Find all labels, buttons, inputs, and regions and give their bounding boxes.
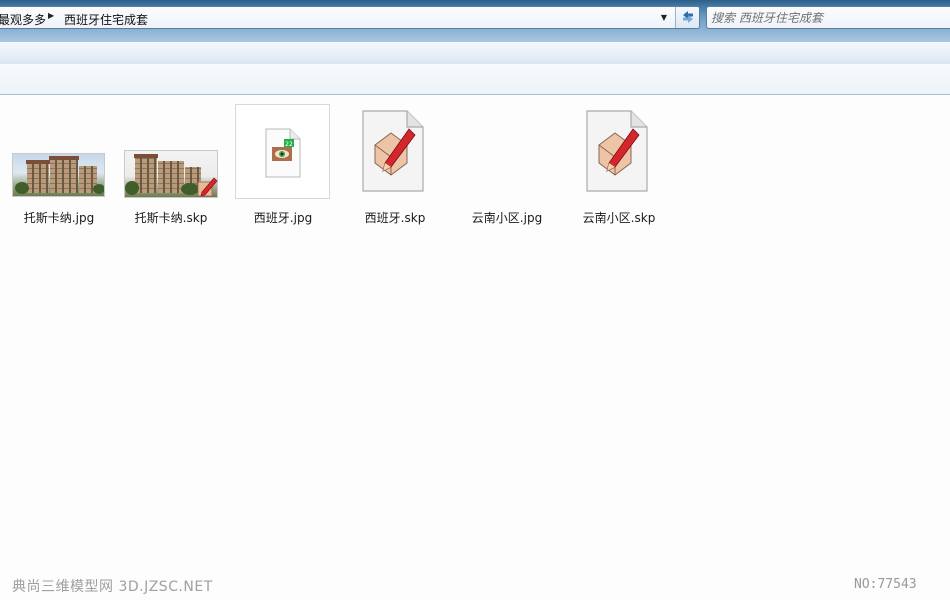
image-file-icon: 22 — [265, 128, 301, 178]
file-name-label: 云南小区.skp — [582, 211, 656, 225]
file-name-label: 云南小区.jpg — [471, 211, 543, 225]
watermark-text: 典尚三维模型网 3D.JZSC.NET — [12, 579, 213, 595]
file-item-tuscany-skp[interactable]: 托斯卡纳.skp — [116, 103, 226, 225]
search-input[interactable] — [711, 9, 941, 26]
file-name-label: 西班牙.jpg — [253, 211, 313, 225]
file-item-spain-jpg[interactable]: 22 西班牙.jpg — [228, 103, 338, 225]
file-name-label: 托斯卡纳.skp — [134, 211, 208, 225]
file-name-label: 托斯卡纳.jpg — [23, 211, 95, 225]
address-bar[interactable]: 最观多多 ▶ 西班牙住宅成套 ▼ — [0, 6, 700, 29]
file-item-spain-skp[interactable]: 西班牙.skp — [340, 103, 450, 225]
file-item-tuscany-jpg[interactable]: 托斯卡纳.jpg — [4, 103, 114, 225]
sketchup-file-icon — [586, 110, 648, 192]
refresh-icon[interactable] — [675, 7, 699, 28]
chevron-right-icon[interactable]: ▶ — [48, 11, 54, 20]
chevron-down-icon[interactable]: ▼ — [657, 11, 671, 25]
command-bar — [0, 42, 950, 65]
search-box[interactable] — [706, 6, 950, 29]
breadcrumb-item-parent[interactable]: 最观多多 — [0, 11, 46, 28]
model-number: NO:77543 — [854, 577, 917, 592]
sketchup-file-icon — [362, 110, 424, 192]
svg-text:22: 22 — [285, 141, 293, 148]
file-name-label: 西班牙.skp — [364, 211, 426, 225]
file-item-yunnan-jpg[interactable]: 云南小区.jpg — [452, 103, 562, 225]
file-item-yunnan-skp[interactable]: 云南小区.skp — [564, 103, 674, 225]
breadcrumb-item-current[interactable]: 西班牙住宅成套 — [64, 11, 148, 28]
photo-thumbnail — [12, 153, 105, 197]
sketchup-pencil-icon — [197, 177, 218, 197]
toolbar-band — [0, 64, 950, 95]
